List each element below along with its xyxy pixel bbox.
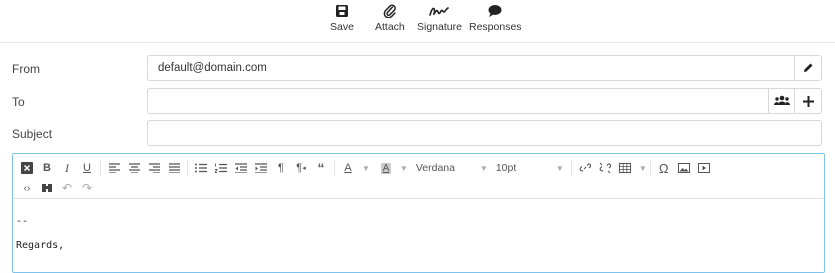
attach-label: Attach — [375, 21, 405, 33]
blockquote-icon[interactable]: “ — [311, 158, 331, 178]
align-center-icon[interactable] — [124, 158, 144, 178]
align-left-icon[interactable] — [104, 158, 124, 178]
link-icon[interactable] — [575, 158, 595, 178]
subject-field[interactable] — [147, 120, 822, 146]
text-color-dropdown-icon[interactable]: ▼ — [362, 164, 370, 173]
text-color-icon[interactable]: A — [338, 158, 358, 178]
ltr-icon[interactable]: ¶ — [271, 158, 291, 178]
contacts-icon — [774, 95, 790, 105]
compose-toolbar: Save Attach Signature Responses — [0, 0, 835, 43]
responses-button[interactable]: Responses — [469, 3, 522, 33]
to-field[interactable] — [147, 88, 822, 114]
font-size-value: 10pt — [495, 162, 517, 174]
save-label: Save — [330, 21, 354, 33]
chevron-down-icon: ▼ — [479, 163, 488, 173]
align-justify-icon[interactable] — [164, 158, 184, 178]
chevron-down-icon: ▼ — [555, 163, 564, 173]
signature-separator: -- — [16, 216, 29, 227]
signature-button[interactable]: Signature — [417, 3, 462, 33]
signature-icon — [429, 7, 450, 16]
special-char-icon[interactable]: Ω — [654, 158, 674, 178]
attach-button[interactable]: Attach — [375, 3, 405, 33]
align-right-icon[interactable] — [144, 158, 164, 178]
bullet-list-icon[interactable] — [191, 158, 211, 178]
save-icon — [335, 5, 348, 17]
table-dropdown-icon[interactable]: ▼ — [639, 164, 647, 173]
from-label: From — [12, 62, 40, 76]
code-icon[interactable]: ‹› — [17, 178, 37, 198]
font-family-value: Verdana — [415, 162, 455, 174]
from-field[interactable]: default@domain.com — [147, 55, 822, 81]
chat-bubble-icon — [488, 5, 502, 17]
edit-identity-button[interactable] — [794, 56, 821, 80]
media-icon[interactable] — [694, 158, 714, 178]
pencil-icon — [804, 63, 813, 72]
editor-body[interactable]: -- Regards, — [16, 210, 64, 258]
signature-text: Regards, — [16, 240, 65, 251]
undo-icon[interactable]: ↶ — [57, 178, 77, 198]
numbered-list-icon[interactable] — [211, 158, 231, 178]
source-toggle-icon[interactable] — [17, 158, 37, 178]
font-family-select[interactable]: Verdana ▼ — [412, 158, 492, 178]
bold-icon[interactable]: B — [37, 158, 57, 178]
address-book-button[interactable] — [768, 89, 795, 113]
plus-icon — [802, 95, 814, 107]
table-icon[interactable] — [615, 158, 635, 178]
responses-label: Responses — [469, 21, 522, 33]
to-label: To — [12, 95, 25, 109]
from-value: default@domain.com — [158, 62, 267, 74]
rtl-icon[interactable]: ¶ ◂ — [291, 158, 311, 178]
image-icon[interactable] — [674, 158, 694, 178]
save-button[interactable]: Save — [330, 3, 354, 33]
add-recipient-button[interactable] — [794, 89, 821, 113]
background-color-icon[interactable]: A — [376, 158, 396, 178]
search-replace-icon[interactable] — [37, 178, 57, 198]
unlink-icon[interactable] — [595, 158, 615, 178]
italic-icon[interactable]: I — [57, 158, 77, 178]
redo-icon[interactable]: ↷ — [77, 178, 97, 198]
signature-label: Signature — [417, 21, 462, 33]
outdent-icon[interactable] — [231, 158, 251, 178]
subject-label: Subject — [12, 127, 53, 141]
font-size-select[interactable]: 10pt ▼ — [492, 158, 568, 178]
indent-icon[interactable] — [251, 158, 271, 178]
background-color-dropdown-icon[interactable]: ▼ — [400, 164, 408, 173]
paperclip-icon — [383, 4, 396, 18]
editor-toolbar: B I U ¶ ¶ ◂ “ A ▼ A ▼ Verdana ▼ 10pt ▼ ▼… — [13, 154, 824, 199]
message-editor[interactable]: B I U ¶ ¶ ◂ “ A ▼ A ▼ Verdana ▼ 10pt ▼ ▼… — [12, 153, 825, 273]
underline-icon[interactable]: U — [77, 158, 97, 178]
